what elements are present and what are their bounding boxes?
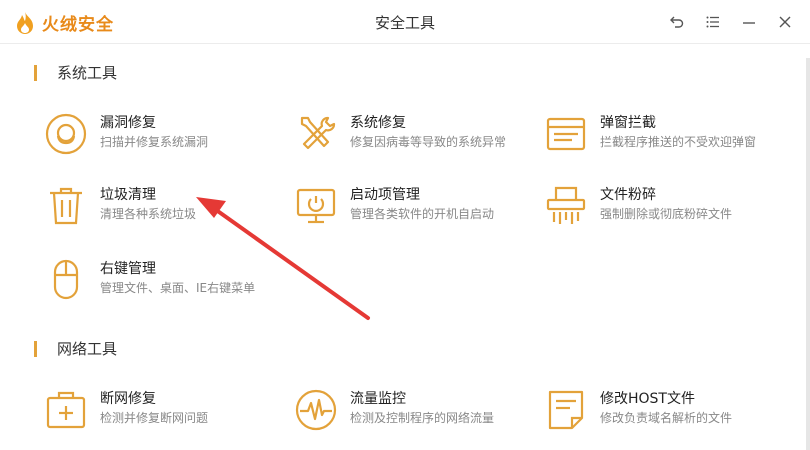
file-shredder-icon <box>546 186 586 224</box>
tool-name: 断网修复 <box>100 391 156 407</box>
tool-name: 修改HOST文件 <box>600 391 695 407</box>
popup-window-icon <box>546 117 586 151</box>
tool-desc: 清理各种系统垃圾 <box>100 207 197 221</box>
tool-net-repair[interactable]: 断网修复 检测并修复断网问题 <box>44 388 274 438</box>
tool-desc: 强制删除或彻底粉碎文件 <box>600 207 733 221</box>
tool-desc: 修复因病毒等导致的系统异常 <box>350 135 507 149</box>
tool-name: 流量监控 <box>350 391 406 407</box>
tool-sys-repair[interactable]: 系统修复 修复因病毒等导致的系统异常 <box>294 112 524 162</box>
tool-desc: 管理各类软件的开机自启动 <box>350 207 495 221</box>
vulnerability-shield-icon <box>45 113 87 155</box>
first-aid-kit-icon <box>46 391 86 429</box>
document-edit-icon <box>548 390 584 430</box>
tool-popup-block[interactable]: 弹窗拦截 拦截程序推送的不受欢迎弹窗 <box>544 112 774 162</box>
tool-desc: 拦截程序推送的不受欢迎弹窗 <box>600 135 757 149</box>
minimize-button[interactable] <box>736 10 762 34</box>
tool-junk-clean[interactable]: 垃圾清理 清理各种系统垃圾 <box>44 184 274 234</box>
tool-desc: 检测并修复断网问题 <box>100 411 209 425</box>
section-accent-bar <box>34 340 37 357</box>
section-title: 网络工具 <box>57 340 118 358</box>
tool-startup-mgr[interactable]: 启动项管理 管理各类软件的开机自启动 <box>294 184 524 234</box>
monitor-power-icon <box>296 188 336 224</box>
tool-name: 右键管理 <box>100 261 156 277</box>
tool-desc: 修改负责域名解析的文件 <box>600 411 733 425</box>
tool-file-shred[interactable]: 文件粉碎 强制删除或彻底粉碎文件 <box>544 184 774 234</box>
tool-desc: 检测及控制程序的网络流量 <box>350 411 495 425</box>
section-system-tools: 系统工具 <box>34 62 117 83</box>
tool-name: 漏洞修复 <box>100 115 156 131</box>
section-network-tools: 网络工具 <box>34 338 117 359</box>
tool-name: 垃圾清理 <box>100 187 156 203</box>
tool-name: 启动项管理 <box>350 187 420 203</box>
tool-desc: 管理文件、桌面、IE右键菜单 <box>100 281 256 295</box>
title-bar: 火绒安全 安全工具 <box>0 0 810 44</box>
close-icon <box>779 16 791 28</box>
window-controls <box>654 10 798 34</box>
tool-context-menu[interactable]: 右键管理 管理文件、桌面、IE右键菜单 <box>44 258 274 308</box>
tool-name: 文件粉碎 <box>600 187 656 203</box>
mouse-icon <box>53 259 79 300</box>
scrollbar[interactable] <box>806 58 810 450</box>
section-accent-bar <box>34 64 37 81</box>
back-button[interactable] <box>664 10 690 34</box>
tool-host-edit[interactable]: 修改HOST文件 修改负责域名解析的文件 <box>544 388 774 438</box>
back-arrow-icon <box>670 16 684 28</box>
menu-button[interactable] <box>700 10 726 34</box>
trash-bin-icon <box>50 187 82 225</box>
close-button[interactable] <box>772 10 798 34</box>
tool-desc: 扫描并修复系统漏洞 <box>100 135 209 149</box>
tool-name: 系统修复 <box>350 115 406 131</box>
minimize-icon <box>743 22 755 24</box>
tool-traffic-mon[interactable]: 流量监控 检测及控制程序的网络流量 <box>294 388 524 438</box>
wrench-screwdriver-icon <box>300 116 336 150</box>
tool-name: 弹窗拦截 <box>600 115 656 131</box>
menu-list-icon <box>706 16 719 28</box>
section-title: 系统工具 <box>57 64 118 82</box>
traffic-pulse-icon <box>295 389 337 431</box>
tool-vuln-fix[interactable]: 漏洞修复 扫描并修复系统漏洞 <box>44 112 274 162</box>
